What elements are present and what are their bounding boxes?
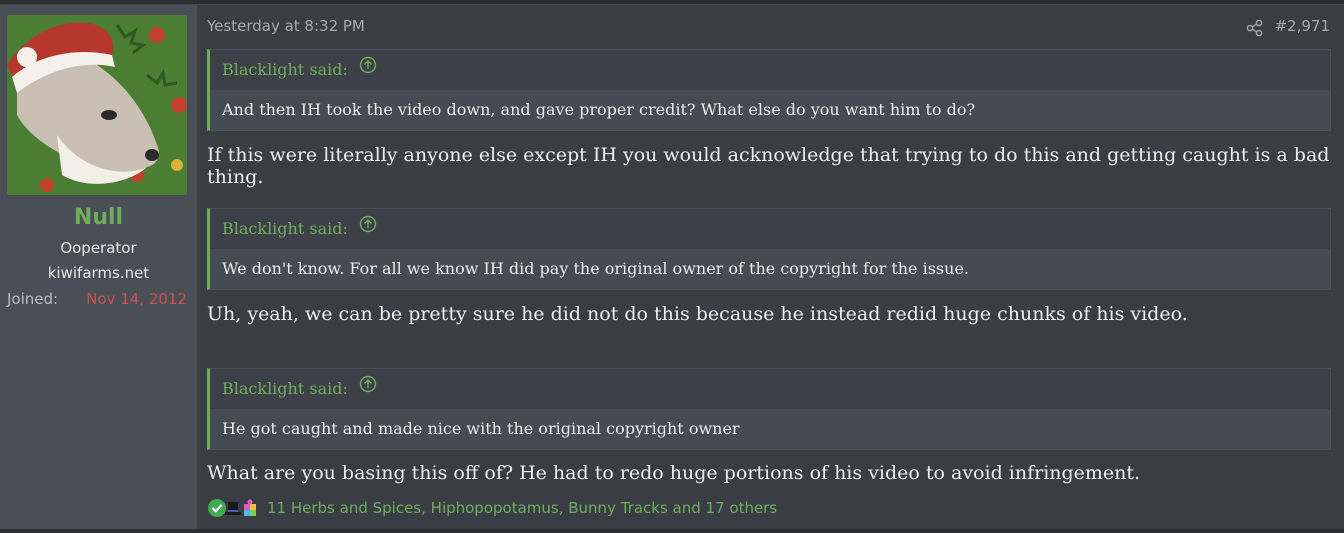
user-title: Ooperator <box>60 239 137 257</box>
puzzle-icon <box>244 499 256 516</box>
avatar-image <box>7 15 187 195</box>
reaction-icons[interactable] <box>207 497 265 519</box>
post-timestamp[interactable]: Yesterday at 8:32 PM <box>207 17 365 35</box>
reactions-bar[interactable]: 11 Herbs and Spices, Hiphopopotamus, Bun… <box>207 497 777 519</box>
username[interactable]: Null <box>0 205 197 230</box>
top-hat-icon <box>225 502 241 515</box>
quote-header[interactable]: Blacklight said: <box>210 50 1330 90</box>
reply-text: Uh, yeah, we can be pretty sure he did n… <box>207 303 1188 325</box>
quote-block: Blacklight said: He got caught and made … <box>207 368 1331 450</box>
quote-block: Blacklight said: And then IH took the vi… <box>207 49 1331 131</box>
reply-text: What are you basing this off of? He had … <box>207 462 1141 484</box>
user-sidebar: Null Ooperator kiwifarms.net Joined: Nov… <box>0 5 197 529</box>
quote-header[interactable]: Blacklight said: <box>210 369 1330 409</box>
quote-text: He got caught and made nice with the ori… <box>210 409 1330 449</box>
avatar[interactable] <box>7 15 187 195</box>
forum-post: Null Ooperator kiwifarms.net Joined: Nov… <box>0 4 1344 529</box>
reply-text: If this were literally anyone else excep… <box>207 144 1330 188</box>
quote-text: And then IH took the video down, and gav… <box>210 90 1330 130</box>
share-icon[interactable] <box>1245 18 1265 38</box>
jump-up-icon[interactable] <box>359 208 377 248</box>
reactions-summary-link[interactable]: 11 Herbs and Spices, Hiphopopotamus, Bun… <box>267 499 777 517</box>
quote-author[interactable]: Blacklight said: <box>222 379 348 398</box>
jump-up-icon[interactable] <box>359 368 377 408</box>
post-number-link[interactable]: #2,971 <box>1274 17 1330 35</box>
joined-label: Joined: <box>7 290 59 308</box>
quote-author[interactable]: Blacklight said: <box>222 219 348 238</box>
post-main: Yesterday at 8:32 PM #2,971 Blacklight s… <box>197 5 1344 529</box>
joined-date: Nov 14, 2012 <box>86 290 187 308</box>
user-banner: kiwifarms.net <box>47 264 150 282</box>
jump-up-icon[interactable] <box>359 49 377 89</box>
quote-author[interactable]: Blacklight said: <box>222 60 348 79</box>
quote-text: We don't know. For all we know IH did pa… <box>210 249 1330 289</box>
quote-block: Blacklight said: We don't know. For all … <box>207 208 1331 290</box>
check-icon <box>208 499 226 517</box>
quote-header[interactable]: Blacklight said: <box>210 209 1330 249</box>
